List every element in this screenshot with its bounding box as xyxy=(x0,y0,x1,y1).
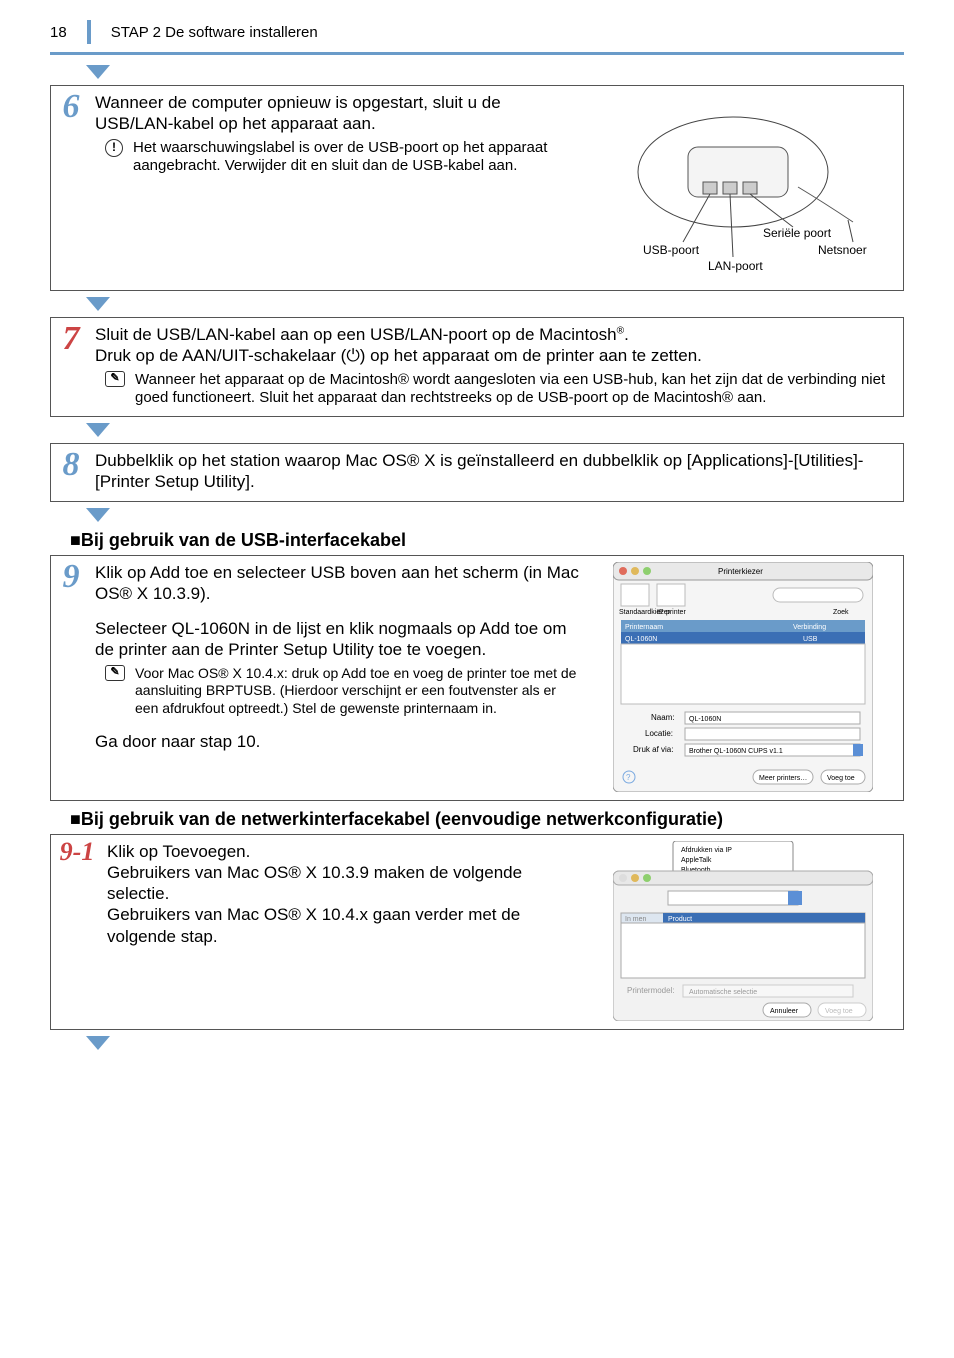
svg-text:Afdrukken via IP: Afdrukken via IP xyxy=(681,847,732,854)
section-network-title: ■Bij gebruik van de netwerkinterfacekabe… xyxy=(70,809,904,830)
printer-chooser-dialog: Printerkiezer Standaardkiezer IP-printer… xyxy=(613,562,873,792)
step7-line1: Sluit de USB/LAN-kabel aan op een USB/LA… xyxy=(95,324,893,345)
step9-1-line3: Gebruikers van Mac OS® X 10.4.x gaan ver… xyxy=(107,904,583,947)
flow-arrow-icon xyxy=(86,297,110,311)
running-title: STAP 2 De software installeren xyxy=(111,24,318,41)
note-icon: ✎ xyxy=(105,371,125,387)
step8-text: Dubbelklik op het station waarop Mac OS®… xyxy=(95,450,893,493)
step6-heading: Wanneer de computer opnieuw is opgestart… xyxy=(95,92,583,135)
flow-arrow-icon xyxy=(86,508,110,522)
svg-text:QL-1060N: QL-1060N xyxy=(689,716,721,723)
step9-1-line1: Klik op Toevoegen. xyxy=(107,841,583,862)
flow-arrow-icon xyxy=(86,1036,110,1050)
header-rule xyxy=(50,52,904,55)
svg-text:Product: Product xyxy=(668,916,692,923)
step9-1-line2: Gebruikers van Mac OS® X 10.3.9 maken de… xyxy=(107,862,583,905)
svg-text:Printermodel:: Printermodel: xyxy=(627,986,675,995)
page-number: 18 xyxy=(50,24,67,41)
step6-note: Het waarschuwingslabel is over de USB-po… xyxy=(133,139,583,177)
step-number: 6 xyxy=(51,86,91,290)
step9-line1: Klik op Add toe en selecteer USB boven a… xyxy=(95,562,583,605)
svg-text:Verbinding: Verbinding xyxy=(793,624,826,631)
header-divider xyxy=(87,20,91,44)
svg-text:Locatie:: Locatie: xyxy=(645,729,673,738)
svg-text:Voeg toe: Voeg toe xyxy=(827,775,855,782)
svg-text:Meer printers…: Meer printers… xyxy=(759,775,807,782)
section-usb-title: ■Bij gebruik van de USB-interfacekabel xyxy=(70,530,904,551)
step9-goto: Ga door naar stap 10. xyxy=(95,731,583,752)
caution-icon: ! xyxy=(105,139,123,157)
svg-text:Printernaam: Printernaam xyxy=(625,624,663,631)
flow-arrow-icon xyxy=(86,65,110,79)
svg-text:Automatische selectie: Automatische selectie xyxy=(689,989,757,996)
step-number: 8 xyxy=(51,444,91,501)
svg-text:Brother QL-1060N CUPS v1.1: Brother QL-1060N CUPS v1.1 xyxy=(689,748,783,755)
label-usb: USB-poort xyxy=(643,243,700,257)
svg-text:IP-printer: IP-printer xyxy=(657,609,686,616)
printer-ports-diagram: Seriële poort USB-poort LAN-poort Netsno… xyxy=(603,92,883,282)
step7-line2: Druk op de AAN/UIT-schakelaar (⏻) op het… xyxy=(95,345,893,366)
step-7: 7 Sluit de USB/LAN-kabel aan op een USB/… xyxy=(50,317,904,417)
network-add-dialog: Afdrukken via IP AppleTalk Bluetooth Ope… xyxy=(613,841,873,1021)
flow-arrow-icon xyxy=(86,423,110,437)
step-number: 7 xyxy=(51,318,91,416)
svg-text:?: ? xyxy=(626,773,631,782)
note-icon: ✎ xyxy=(105,665,125,681)
svg-text:QL-1060N: QL-1060N xyxy=(625,636,657,643)
step-8: 8 Dubbelklik op het station waarop Mac O… xyxy=(50,443,904,502)
svg-text:USB: USB xyxy=(803,636,818,643)
svg-text:In men: In men xyxy=(625,916,647,923)
step-number: 9 xyxy=(51,556,91,800)
svg-text:AppleTalk: AppleTalk xyxy=(681,857,712,864)
step9-note: Voor Mac OS® X 10.4.x: druk op Add toe e… xyxy=(135,665,583,718)
svg-text:Druk af via:: Druk af via: xyxy=(633,745,673,754)
step-9-1: 9-1 Klik op Toevoegen. Gebruikers van Ma… xyxy=(50,834,904,1030)
label-lan: LAN-poort xyxy=(708,259,763,273)
step7-note: Wanneer het apparaat op de Macintosh® wo… xyxy=(135,371,893,409)
svg-text:Zoek: Zoek xyxy=(833,609,849,616)
svg-text:Naam:: Naam: xyxy=(651,713,675,722)
label-power: Netsnoer xyxy=(818,243,867,257)
step-6: 6 Wanneer de computer opnieuw is opgesta… xyxy=(50,85,904,291)
label-serial: Seriële poort xyxy=(763,226,832,240)
step-9: 9 Klik op Add toe en selecteer USB boven… xyxy=(50,555,904,801)
step-number: 9-1 xyxy=(51,835,103,1029)
step9-para2: Selecteer QL-1060N in de lijst en klik n… xyxy=(95,618,583,661)
svg-text:Voeg toe: Voeg toe xyxy=(825,1008,853,1015)
svg-text:Printerkiezer: Printerkiezer xyxy=(718,567,763,576)
svg-text:Annuleer: Annuleer xyxy=(770,1008,799,1015)
